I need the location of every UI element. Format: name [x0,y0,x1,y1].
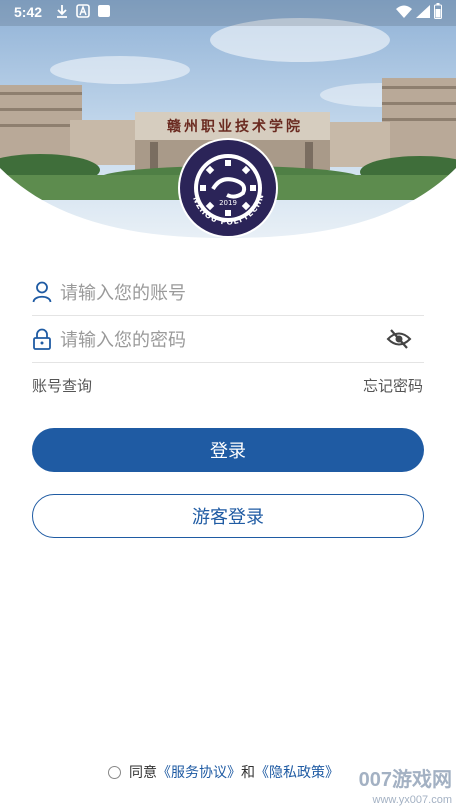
status-bar: 5:42 [0,0,456,26]
logo-year: 2019 [219,199,237,207]
login-button-label: 登录 [210,441,246,462]
hide-password-icon[interactable] [386,328,412,350]
agree-radio[interactable] [108,765,121,779]
watermark-sub: www.yx007.com [372,794,452,806]
lock-icon [32,328,52,350]
notification-square-icon [97,4,111,22]
signal-icon [416,5,430,22]
status-time: 5:42 [14,4,43,20]
login-button[interactable]: 登录 [32,428,424,472]
battery-icon [434,3,442,23]
user-icon [32,281,52,303]
watermark: 007游戏网 www.yx007.com [359,770,452,810]
service-agreement-link[interactable]: 《服务协议》 [157,762,241,782]
notification-a-icon [76,4,90,22]
agreement-row: 同意 《服务协议》 和 《隐私政策》 [108,762,339,782]
password-input[interactable] [58,324,382,356]
forgot-password-link[interactable]: 忘记密码 [363,375,423,396]
account-field [32,269,424,316]
agreement-and: 和 [241,765,255,781]
watermark-main: 007游戏网 [358,769,452,791]
school-logo: 2019 GANZHOU POLYTECHNIC [173,130,279,239]
guest-login-button-label: 游客登录 [192,507,264,528]
school-sign-text: 赣州职业技术学院 [167,119,303,135]
account-query-link[interactable]: 账号查询 [32,375,92,396]
account-input[interactable] [58,277,382,309]
password-field [32,316,424,363]
agreement-prefix: 同意 [129,765,157,781]
privacy-policy-link[interactable]: 《隐私政策》 [255,762,339,782]
guest-login-button[interactable]: 游客登录 [32,494,424,538]
wifi-icon [396,5,412,22]
download-icon [56,4,68,22]
